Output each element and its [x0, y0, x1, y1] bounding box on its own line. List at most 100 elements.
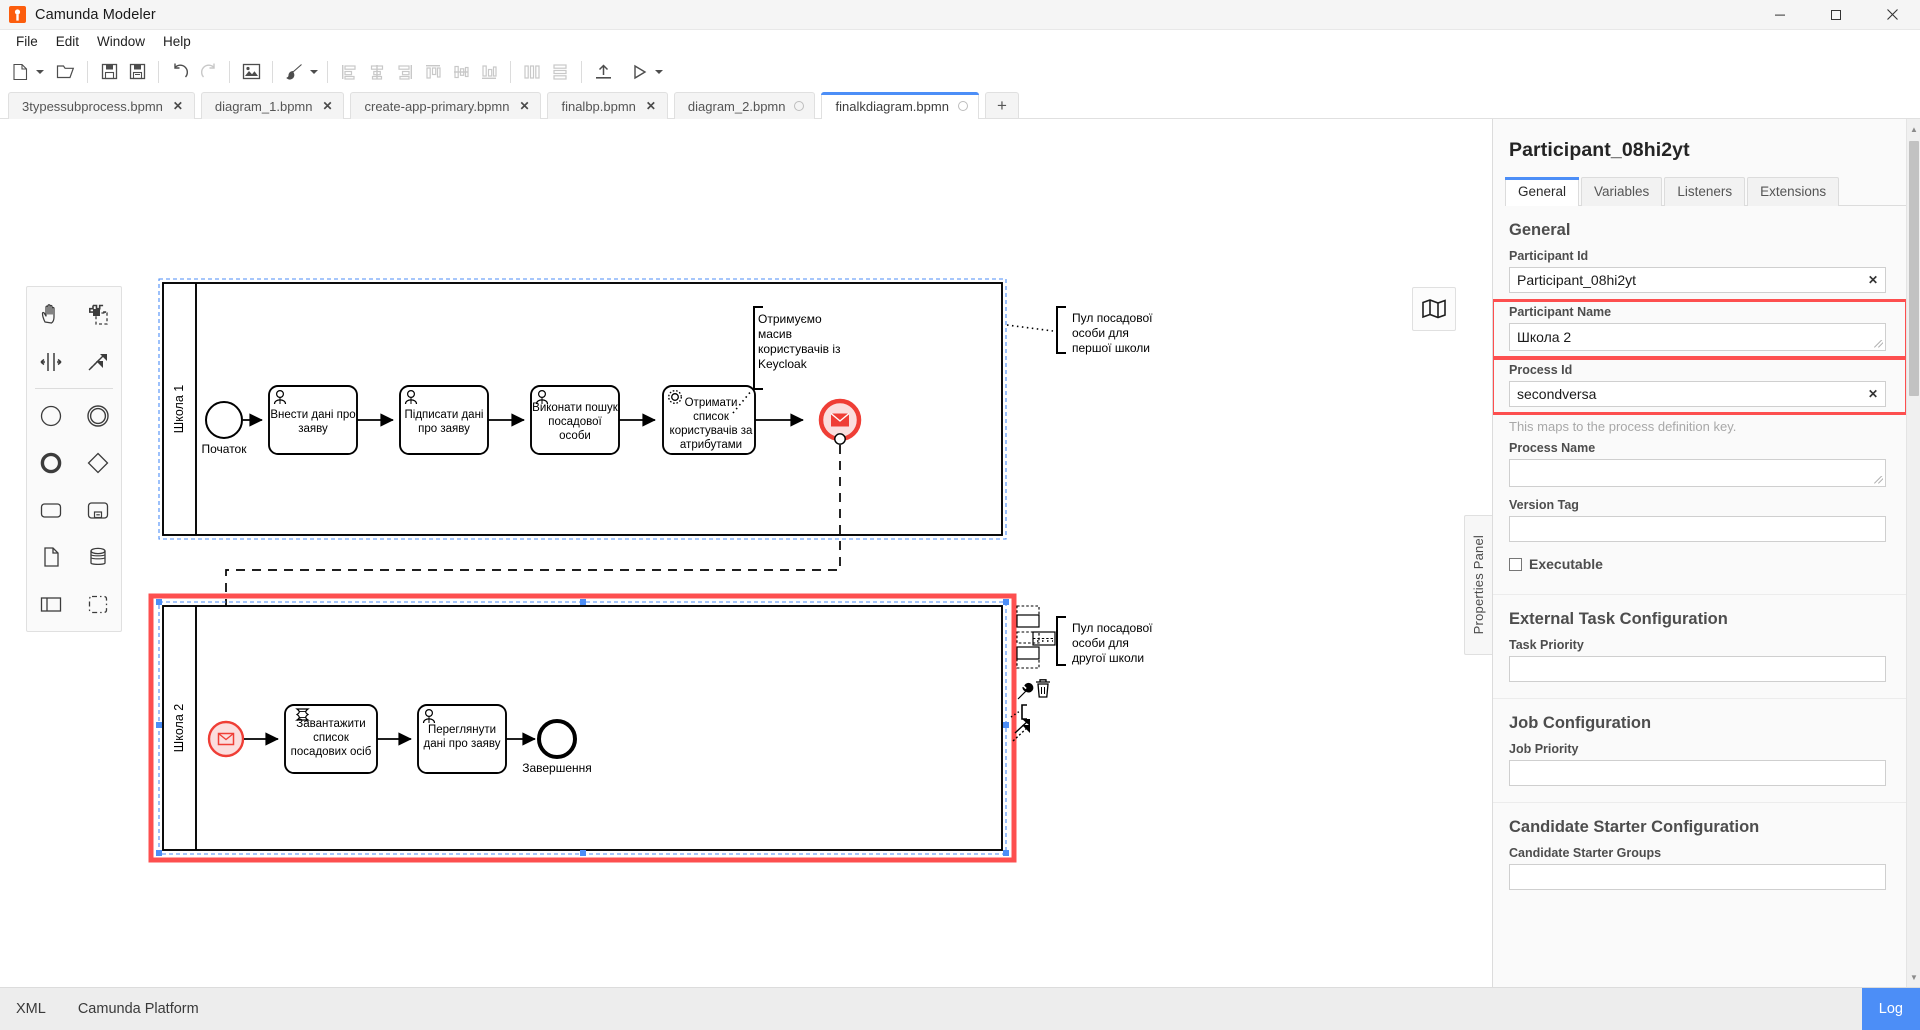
tab-general[interactable]: General — [1505, 177, 1580, 206]
text-annotation-pool-1: Пул посадової особи для першої школи — [1006, 306, 1153, 355]
align-middle-button[interactable] — [447, 58, 475, 86]
append-lane-below-icon — [1016, 646, 1040, 669]
deploy-button[interactable] — [589, 58, 617, 86]
process-id-input[interactable]: secondversa ✕ — [1509, 381, 1886, 407]
menu-help[interactable]: Help — [154, 32, 200, 51]
tab-diagram-2[interactable]: diagram_2.bpmn — [673, 92, 816, 119]
menu-window[interactable]: Window — [88, 32, 154, 51]
hand-tool-icon[interactable] — [27, 291, 74, 338]
align-bottom-button[interactable] — [475, 58, 503, 86]
svg-text:про заяву: про заяву — [418, 423, 470, 435]
minimize-button[interactable] — [1752, 0, 1808, 30]
resize-handle-icon[interactable] — [1874, 340, 1883, 349]
toolbar-divider — [327, 60, 328, 83]
task-icon[interactable] — [27, 486, 74, 533]
chevron-down-icon[interactable] — [34, 58, 46, 86]
menu-edit[interactable]: Edit — [47, 32, 88, 51]
svg-text:атрибутами: атрибутами — [680, 439, 742, 451]
close-icon[interactable]: ✕ — [321, 100, 333, 112]
clear-icon[interactable]: ✕ — [1868, 273, 1878, 287]
connect-tool-icon[interactable] — [74, 338, 121, 385]
participant-name-input[interactable]: Школа 2 — [1509, 323, 1886, 351]
close-icon[interactable]: ✕ — [172, 100, 184, 112]
map-icon — [1422, 299, 1446, 319]
status-xml-button[interactable]: XML — [0, 1001, 62, 1017]
chevron-down-icon[interactable] — [308, 58, 320, 86]
properties-panel-toggle[interactable]: Properties Panel — [1464, 515, 1492, 655]
process-name-input[interactable] — [1509, 459, 1886, 487]
distribute-horizontally-button[interactable] — [518, 58, 546, 86]
scroll-up-icon[interactable]: ▲ — [1907, 121, 1920, 137]
properties-scrollbar[interactable]: ▲ ▼ — [1906, 119, 1920, 987]
new-file-button[interactable] — [6, 58, 34, 86]
distribute-vertically-button[interactable] — [546, 58, 574, 86]
executable-checkbox[interactable] — [1509, 557, 1522, 571]
end-event-icon[interactable] — [27, 439, 74, 486]
field-executable[interactable]: Executable — [1493, 548, 1906, 584]
data-store-icon[interactable] — [74, 533, 121, 580]
paint-brush-button[interactable] — [280, 58, 308, 86]
field-process-name: Process Name — [1493, 436, 1906, 493]
palette-row-events-1 — [27, 392, 121, 439]
field-job-priority: Job Priority — [1493, 737, 1906, 792]
minimap-toggle-button[interactable] — [1412, 287, 1456, 331]
toolbar-group-align — [335, 58, 503, 86]
scrollbar-thumb[interactable] — [1909, 141, 1919, 396]
align-right-button[interactable] — [391, 58, 419, 86]
tab-listeners[interactable]: Listeners — [1664, 177, 1746, 206]
status-bar: XML Camunda Platform Log — [0, 987, 1920, 1030]
unsaved-indicator-icon[interactable] — [794, 101, 805, 111]
svg-text:список: список — [313, 732, 350, 744]
tab-finalkdiagram[interactable]: finalkdiagram.bpmn — [821, 92, 980, 119]
undo-button[interactable] — [166, 58, 194, 86]
clear-icon[interactable]: ✕ — [1868, 387, 1878, 401]
version-tag-input[interactable] — [1509, 516, 1886, 542]
maximize-button[interactable] — [1808, 0, 1864, 30]
resize-handle-icon[interactable] — [1874, 476, 1883, 485]
tab-3typessubprocess[interactable]: 3typessubprocess.bpmn ✕ — [8, 92, 195, 119]
space-tool-icon[interactable] — [27, 338, 74, 385]
tab-variables[interactable]: Variables — [1581, 177, 1663, 206]
tab-finalbp[interactable]: finalbp.bpmn ✕ — [547, 92, 668, 119]
chevron-down-icon[interactable] — [653, 58, 665, 86]
start-event-icon[interactable] — [27, 392, 74, 439]
export-image-button[interactable] — [237, 58, 265, 86]
intermediate-event-icon[interactable] — [74, 392, 121, 439]
field-participant-id: Participant Id Participant_08hi2yt ✕ — [1493, 244, 1906, 299]
status-engine-label[interactable]: Camunda Platform — [62, 1001, 215, 1017]
scroll-down-icon[interactable]: ▼ — [1907, 969, 1920, 985]
align-top-button[interactable] — [419, 58, 447, 86]
align-left-button[interactable] — [335, 58, 363, 86]
start-instance-button[interactable] — [625, 58, 653, 86]
divide-lanes-icon — [1016, 631, 1040, 644]
toolbar-group-start — [625, 58, 665, 86]
unsaved-indicator-icon[interactable] — [957, 101, 968, 111]
gateway-icon[interactable] — [74, 439, 121, 486]
job-priority-input[interactable] — [1509, 760, 1886, 786]
tab-create-app-primary[interactable]: create-app-primary.bpmn ✕ — [350, 92, 542, 119]
subprocess-icon[interactable] — [74, 486, 121, 533]
participant-id-input[interactable]: Participant_08hi2yt ✕ — [1509, 267, 1886, 293]
participant-pool-icon[interactable] — [27, 580, 74, 627]
lasso-tool-icon[interactable] — [74, 291, 121, 338]
tab-diagram-1[interactable]: diagram_1.bpmn ✕ — [200, 92, 345, 119]
data-object-icon[interactable] — [27, 533, 74, 580]
new-tab-button[interactable]: + — [984, 92, 1019, 119]
save-as-button[interactable] — [123, 58, 151, 86]
align-center-button[interactable] — [363, 58, 391, 86]
open-file-button[interactable] — [52, 58, 80, 86]
status-log-button[interactable]: Log — [1861, 987, 1920, 1030]
close-button[interactable] — [1864, 0, 1920, 30]
close-icon[interactable]: ✕ — [645, 100, 657, 112]
save-button[interactable] — [95, 58, 123, 86]
bpmn-canvas[interactable]: Школа 1 Початок Внести дані про заяву Пі… — [0, 119, 1492, 987]
candidate-starter-groups-input[interactable] — [1509, 864, 1886, 890]
palette-row-tools-2 — [27, 338, 121, 385]
task-priority-input[interactable] — [1509, 656, 1886, 682]
menu-file[interactable]: File — [7, 32, 47, 51]
group-icon[interactable] — [74, 580, 121, 627]
redo-button[interactable] — [194, 58, 222, 86]
close-icon[interactable]: ✕ — [518, 100, 530, 112]
svg-text:Отримуємо: Отримуємо — [758, 312, 822, 326]
tab-extensions[interactable]: Extensions — [1747, 177, 1840, 206]
